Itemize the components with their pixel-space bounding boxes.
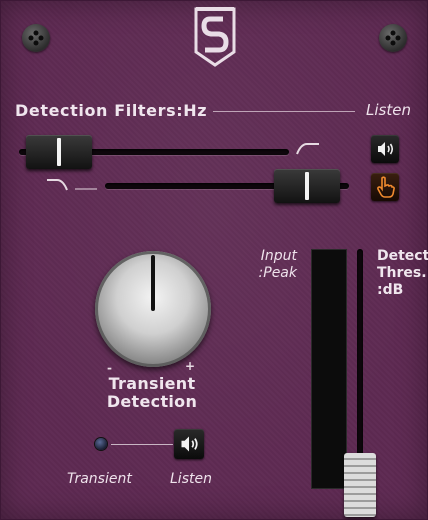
filter-listen-button[interactable] bbox=[371, 135, 399, 163]
knob-label: Transient Detection bbox=[93, 375, 211, 411]
screw-top-left-icon bbox=[22, 24, 50, 52]
high-pass-shape-icon bbox=[296, 143, 319, 155]
knob-min-mark: - bbox=[107, 361, 112, 375]
filter-solo-button[interactable] bbox=[371, 173, 399, 201]
knob-label-line1: Transient bbox=[108, 374, 196, 393]
low-pass-slider-handle[interactable] bbox=[274, 169, 341, 203]
fader-indicator-line bbox=[305, 172, 310, 200]
brand-logo-icon bbox=[193, 6, 237, 68]
threshold-label-line1: Detect bbox=[377, 248, 428, 264]
transient-listen-button[interactable] bbox=[174, 429, 204, 459]
filters-listen-label: Listen bbox=[366, 101, 411, 119]
fader-indicator-line bbox=[57, 138, 62, 166]
input-label-line2: :Peak bbox=[258, 265, 297, 281]
high-pass-slider-handle[interactable] bbox=[26, 135, 93, 169]
transient-indicator-led bbox=[95, 438, 107, 450]
transient-detection-panel: Detection Filters:Hz Listen - + Transien… bbox=[0, 0, 428, 520]
input-peak-label: Input :Peak bbox=[247, 248, 297, 282]
knob-label-line2: Detection bbox=[106, 392, 198, 411]
speaker-icon bbox=[378, 142, 394, 156]
transient-detection-knob[interactable] bbox=[95, 251, 211, 367]
speaker-icon bbox=[181, 436, 198, 452]
input-label-line1: Input bbox=[260, 248, 297, 264]
transient-listen-label: Listen bbox=[170, 471, 212, 487]
indicator-connector-line bbox=[111, 444, 173, 445]
low-pass-shape-icon bbox=[47, 179, 97, 191]
threshold-slider-handle[interactable] bbox=[344, 453, 376, 517]
hand-pointer-icon bbox=[377, 176, 395, 198]
screw-top-right-icon bbox=[379, 24, 407, 52]
threshold-label-line2: Thres. bbox=[377, 265, 427, 281]
threshold-label-line3: :dB bbox=[377, 282, 404, 298]
detect-threshold-label: Detect Thres. :dB bbox=[377, 248, 428, 299]
detection-filters-title: Detection Filters:Hz bbox=[15, 101, 208, 120]
knob-pointer bbox=[151, 255, 155, 311]
section-divider bbox=[213, 111, 355, 112]
input-peak-meter bbox=[311, 249, 347, 489]
knob-max-mark: + bbox=[185, 359, 196, 373]
transient-indicator-label: Transient bbox=[67, 471, 132, 487]
